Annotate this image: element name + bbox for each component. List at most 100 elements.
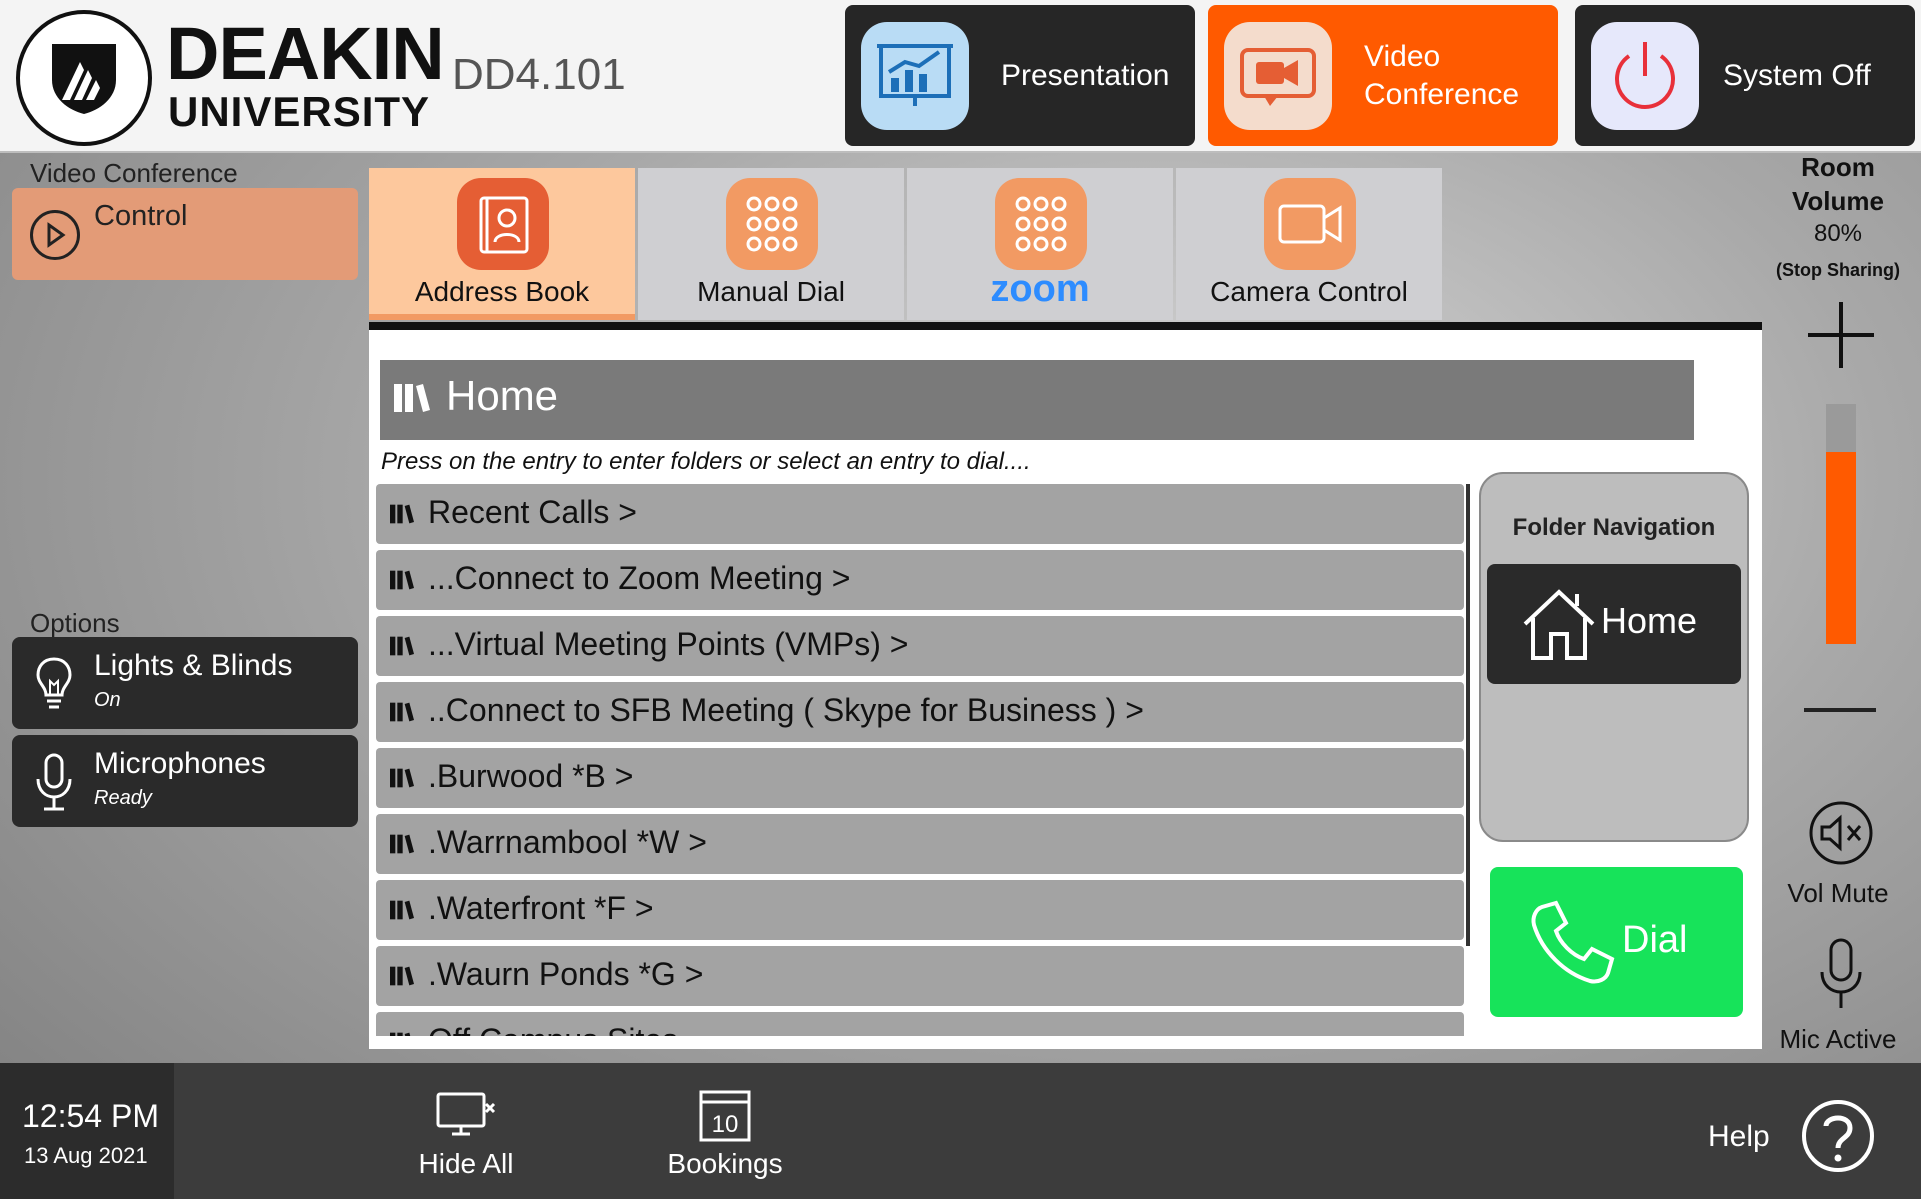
current-folder-title: Home: [446, 372, 559, 419]
list-item-label: ...Virtual Meeting Points (VMPs) >: [428, 626, 909, 662]
list-item-label: ...Connect to Zoom Meeting >: [428, 560, 851, 596]
list-item-label: Off Campus Sites: [428, 1022, 678, 1036]
logo-subtitle: UNIVERSITY: [168, 88, 431, 135]
books-icon: [390, 1032, 411, 1036]
logo-wordmark: DEAKIN: [166, 12, 445, 95]
tab-camera-control-label: Camera Control: [1210, 276, 1408, 307]
books-icon: [390, 900, 414, 920]
deakin-shield-icon: [52, 44, 116, 114]
system-off-button[interactable]: System Off: [1575, 5, 1915, 146]
books-icon: [390, 768, 414, 788]
folder-navigation-panel: Folder Navigation Home: [1479, 472, 1749, 842]
camera-icon: [1264, 178, 1356, 270]
tab-zoom[interactable]: zoom: [907, 168, 1173, 320]
books-icon: [390, 966, 414, 986]
list-item[interactable]: .Waterfront *F >: [376, 880, 1464, 940]
volume-up-icon[interactable]: [1806, 300, 1876, 370]
books-icon: [390, 570, 414, 590]
room-volume-title: Room Volume: [1792, 152, 1884, 216]
list-item-label: .Waterfront *F >: [428, 890, 654, 926]
play-icon: [30, 210, 80, 260]
volume-slider-fill: [1826, 452, 1856, 644]
books-icon: [390, 834, 414, 854]
list-item-label: .Waurn Ponds *G >: [428, 956, 704, 992]
lights-blinds-status: On: [94, 689, 121, 711]
microphones-button[interactable]: Microphones Ready: [12, 735, 358, 827]
keypad-icon: [995, 178, 1087, 270]
video-conference-label: Video Conference: [1364, 39, 1520, 111]
dial-button[interactable]: Dial: [1490, 867, 1743, 1017]
help-icon[interactable]: [1800, 1098, 1876, 1174]
clock-date: 13 Aug 2021: [24, 1143, 148, 1168]
home-icon: [1523, 589, 1595, 660]
clock-time: 12:54 PM: [22, 1098, 159, 1134]
books-icon: [390, 702, 414, 722]
microphone-icon: [36, 753, 72, 811]
video-camera-icon: [1224, 22, 1332, 130]
books-icon: [390, 636, 414, 656]
folder-home-button[interactable]: Home: [1487, 564, 1741, 684]
control-label: Control: [94, 200, 188, 232]
microphones-status: Ready: [94, 787, 152, 809]
address-book-icon: [457, 178, 549, 270]
list-item[interactable]: Recent Calls >: [376, 484, 1464, 544]
room-volume-level: 80%: [1813, 220, 1863, 247]
tab-camera-control[interactable]: Camera Control: [1176, 168, 1442, 320]
lightbulb-icon: [36, 657, 72, 709]
volume-mute-label: Vol Mute: [1787, 878, 1889, 908]
address-book-hint: Press on the entry to enter folders or s…: [381, 448, 1031, 475]
lights-blinds-button[interactable]: Lights & Blinds On: [12, 637, 358, 729]
list-item[interactable]: ...Virtual Meeting Points (VMPs) >: [376, 616, 1464, 676]
power-icon: [1591, 22, 1699, 130]
list-item[interactable]: Off Campus Sites: [376, 1012, 1464, 1036]
list-scrollbar[interactable]: [1466, 484, 1470, 946]
monitor-hide-icon: [436, 1092, 496, 1136]
zoom-logo-label: zoom: [990, 268, 1090, 310]
current-folder-bar: Home: [380, 360, 1694, 440]
video-conference-mode-button[interactable]: Video Conference: [1208, 5, 1558, 146]
lights-blinds-title: Lights & Blinds: [94, 649, 293, 682]
keypad-icon: [726, 178, 818, 270]
calendar-day: 10: [712, 1111, 739, 1138]
presentation-mode-button[interactable]: Presentation: [845, 5, 1195, 146]
microphones-title: Microphones: [94, 747, 266, 780]
dial-label: Dial: [1622, 919, 1688, 961]
video-conference-section-label: Video Conference: [30, 158, 238, 188]
tab-manual-dial[interactable]: Manual Dial: [638, 168, 904, 320]
tab-manual-dial-label: Manual Dial: [697, 276, 845, 307]
bookings-button[interactable]: 10 Bookings: [645, 1088, 805, 1188]
phone-icon: [1531, 900, 1615, 984]
list-item[interactable]: .Burwood *B >: [376, 748, 1464, 808]
list-item[interactable]: .Warrnambool *W >: [376, 814, 1464, 874]
folder-home-label: Home: [1601, 600, 1698, 641]
tab-address-book[interactable]: Address Book: [369, 168, 635, 320]
room-volume-note: (Stop Sharing): [1776, 260, 1900, 280]
system-off-label: System Off: [1723, 58, 1871, 92]
list-item-label: .Warrnambool *W >: [428, 824, 707, 860]
volume-down-icon[interactable]: [1804, 708, 1876, 712]
calendar-icon: 10: [699, 1090, 751, 1142]
options-section-label: Options: [30, 608, 120, 638]
list-item[interactable]: .Waurn Ponds *G >: [376, 946, 1464, 1006]
mic-active-label: Mic Active: [1779, 1024, 1897, 1054]
list-item-label: .Burwood *B >: [428, 758, 634, 794]
list-item-label: Recent Calls >: [428, 494, 637, 530]
presentation-chart-icon: [861, 22, 969, 130]
volume-mute-icon[interactable]: [1806, 798, 1876, 868]
list-item-label: ..Connect to SFB Meeting ( Skype for Bus…: [428, 692, 1144, 728]
list-item[interactable]: ...Connect to Zoom Meeting >: [376, 550, 1464, 610]
books-icon: [390, 504, 414, 524]
room-code: DD4.101: [452, 50, 626, 99]
books-icon: [394, 384, 430, 412]
list-item[interactable]: ..Connect to SFB Meeting ( Skype for Bus…: [376, 682, 1464, 742]
mic-active-icon[interactable]: [1816, 938, 1866, 1010]
control-button[interactable]: Control: [12, 188, 358, 280]
footer-bar: [0, 1063, 1921, 1199]
folder-navigation-title: Folder Navigation: [1512, 514, 1716, 541]
hide-all-button[interactable]: Hide All: [386, 1088, 546, 1188]
address-book-list[interactable]: Recent Calls > ...Connect to Zoom Meetin…: [376, 484, 1466, 1036]
hide-all-label: Hide All: [418, 1148, 514, 1179]
presentation-label: Presentation: [1001, 58, 1170, 92]
help-label: Help: [1708, 1120, 1770, 1153]
bookings-label: Bookings: [667, 1148, 783, 1179]
